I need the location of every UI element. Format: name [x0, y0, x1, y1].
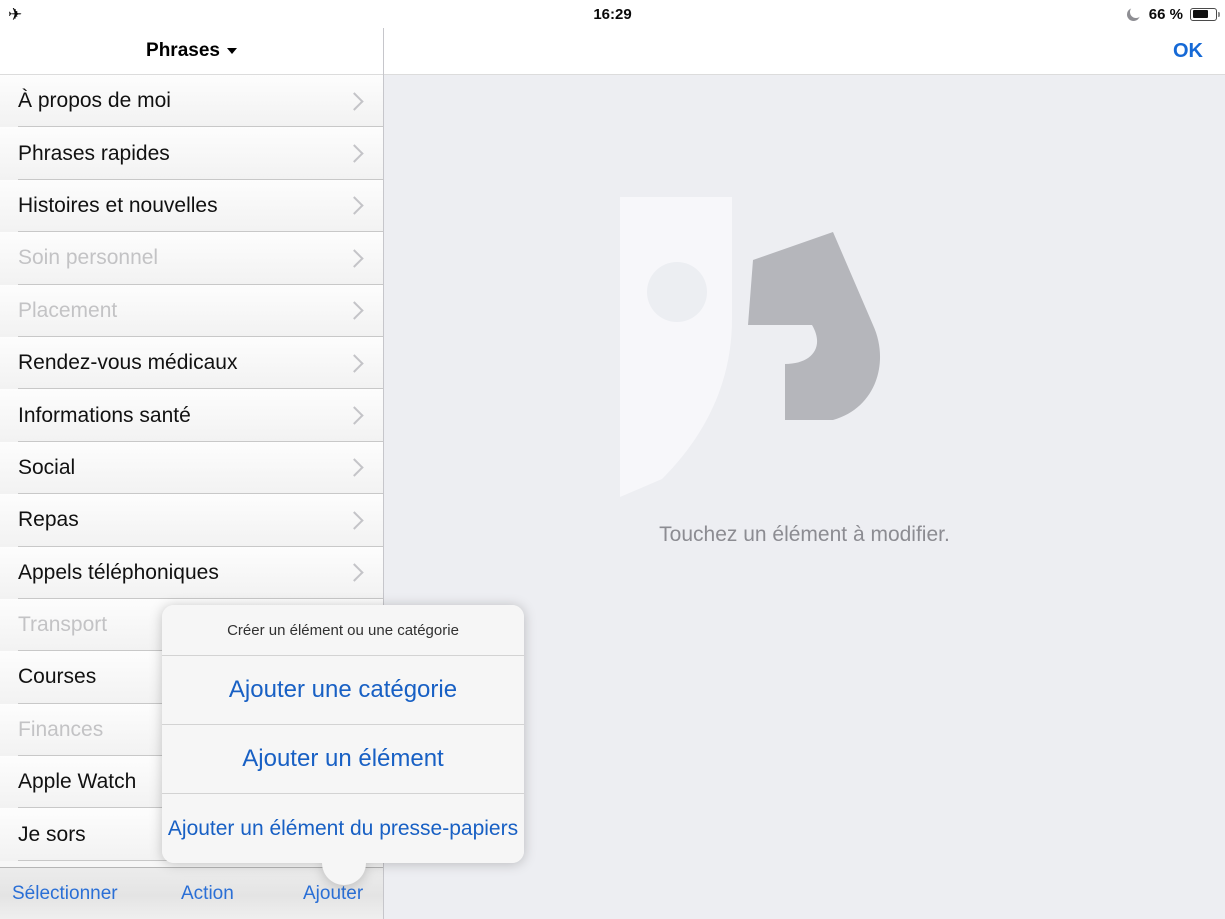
battery-percent-label: 66 % [1148, 5, 1183, 23]
main-header: OK [384, 28, 1225, 75]
sidebar-category-row[interactable]: Phrases rapides [0, 127, 383, 181]
status-bar-clock: 16:29 [593, 5, 632, 23]
sidebar-category-label: Rendez-vous médicaux [18, 351, 238, 375]
chevron-right-icon [345, 196, 364, 216]
select-button[interactable]: Sélectionner [12, 883, 118, 905]
sidebar-category-label: Histoires et nouvelles [18, 193, 218, 217]
add-popover: Créer un élément ou une catégorie Ajoute… [162, 605, 524, 885]
battery-fill [1192, 10, 1208, 18]
chevron-right-icon [345, 458, 364, 478]
chevron-right-icon [345, 406, 364, 425]
sidebar-category-row[interactable]: Informations santé [0, 389, 383, 443]
chevron-right-icon [345, 511, 364, 530]
ipad-app-window: ✈ 16:29 66 % Phrases À propos de moi Phra… [0, 0, 1225, 919]
sidebar-category-row[interactable]: Repas [0, 494, 383, 547]
chevron-right-icon [345, 249, 364, 268]
sidebar-category-row[interactable]: Social [0, 441, 383, 495]
sidebar-category-label: Social [18, 455, 76, 479]
sidebar-category-label: À propos de moi [18, 89, 171, 113]
ok-button[interactable]: OK [1173, 28, 1203, 74]
sidebar-category-row[interactable]: À propos de moi [0, 75, 383, 128]
popover-item-add-item[interactable]: Ajouter un élément [162, 725, 524, 794]
status-bar-right: 66 % [1126, 0, 1220, 28]
chevron-right-icon [345, 563, 364, 582]
empty-state-message: Touchez un élément à modifier. [659, 523, 950, 546]
status-bar: ✈ 16:29 66 % [0, 0, 1225, 28]
sidebar-category-label: Phrases rapides [18, 141, 170, 165]
popover-item-add-category[interactable]: Ajouter une catégorie [162, 656, 524, 725]
sidebar-category-label: Repas [18, 508, 79, 532]
sidebar-category-row: Placement [0, 284, 383, 338]
chevron-right-icon [345, 91, 364, 111]
add-popover-body: Créer un élément ou une catégorie Ajoute… [162, 605, 524, 863]
battery-icon [1190, 7, 1220, 21]
sidebar-category-label: Informations santé [18, 403, 191, 427]
add-popover-title: Créer un élément ou une catégorie [162, 605, 524, 656]
sidebar-category-row[interactable]: Appels téléphoniques [0, 546, 383, 600]
sidebar-title: Phrases [146, 40, 220, 61]
chevron-right-icon [345, 353, 364, 373]
app-watermark-logo [620, 197, 936, 497]
sidebar-category-row[interactable]: Histoires et nouvelles [0, 179, 383, 233]
popover-arrow [322, 863, 366, 885]
action-button[interactable]: Action [181, 883, 234, 905]
popover-arrow-triangle [322, 863, 366, 885]
sidebar-header[interactable]: Phrases [0, 28, 383, 75]
chevron-down-icon [226, 48, 237, 54]
sidebar-category-row: Soin personnel [0, 232, 383, 285]
sidebar-category-label: Placement [18, 298, 118, 322]
moon-do-not-disturb-icon [1126, 5, 1142, 22]
add-button[interactable]: Ajouter [303, 883, 363, 905]
sidebar-category-row[interactable]: Rendez-vous médicaux [0, 336, 383, 390]
sidebar-category-label: Appels téléphoniques [18, 560, 219, 584]
chevron-right-icon [345, 301, 364, 320]
chevron-right-icon [345, 144, 364, 163]
sidebar-category-label: Soin personnel [18, 246, 159, 270]
popover-item-add-from-clipboard[interactable]: Ajouter un élément du presse-papiers [162, 794, 524, 863]
